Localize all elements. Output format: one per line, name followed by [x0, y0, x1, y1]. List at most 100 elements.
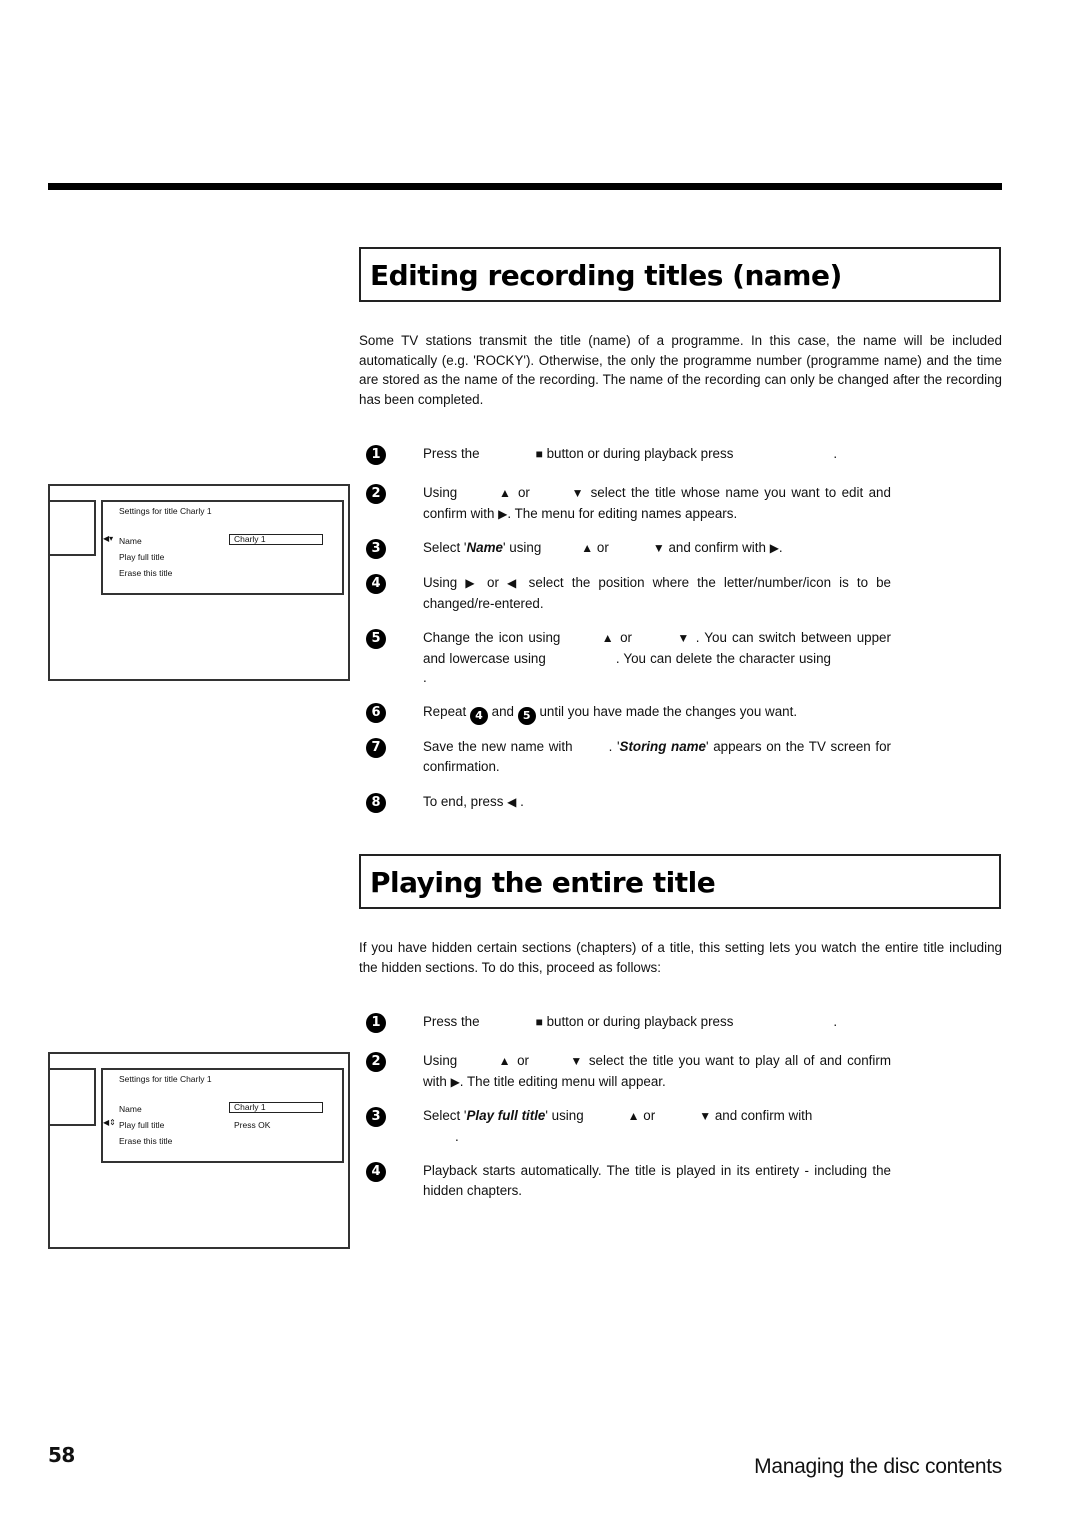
- step-text: Using: [423, 1053, 458, 1068]
- chapter-name: Managing the disc contents: [754, 1455, 1002, 1478]
- up-arrow-icon: ▲: [627, 1109, 640, 1123]
- step-text: Repeat: [423, 704, 467, 719]
- step-text: . The title editing menu will appear.: [459, 1073, 666, 1089]
- up-arrow-icon: ▲: [497, 486, 513, 500]
- step-text: .: [520, 794, 524, 809]
- down-arrow-icon: ▼: [569, 486, 586, 500]
- menu-item-erase-title[interactable]: Erase this title: [119, 1136, 172, 1146]
- step-text: and confirm with: [714, 1108, 813, 1123]
- cursor-icon: ◀⇕: [103, 1118, 116, 1127]
- step-item: 1 Press the ■ button or during playback p…: [366, 1012, 891, 1033]
- step-text: ' using: [545, 1108, 584, 1123]
- step-text: or: [517, 485, 530, 500]
- right-arrow-icon: ▶: [769, 541, 779, 555]
- side-panel: [50, 1068, 96, 1126]
- step-text: button or during playback press: [546, 1014, 734, 1029]
- step-text: .: [833, 1014, 838, 1029]
- menu-item-play-full-title[interactable]: Play full title: [119, 552, 164, 562]
- menu-item-play-full-title[interactable]: Play full title: [119, 1120, 164, 1130]
- step-item: 3 Select 'Play full title' using ▲ or ▼ an…: [366, 1106, 891, 1146]
- section-intro: If you have hidden certain sections (cha…: [359, 940, 1002, 975]
- step-number-badge: 1: [366, 1013, 386, 1033]
- top-rule: [48, 183, 1002, 190]
- stop-icon: ■: [535, 1015, 543, 1029]
- section-heading: Editing recording titles (name): [370, 259, 842, 292]
- step-item: 2 Using ▲ or ▼ select the title you want t…: [366, 1051, 891, 1092]
- step-text: Using: [423, 575, 458, 590]
- emphasized-term: Play full title: [466, 1108, 546, 1123]
- step-text: .: [778, 540, 783, 555]
- step-text: . You can delete the character using: [615, 650, 831, 666]
- step-text: button or during playback press: [546, 446, 734, 461]
- step-text: or: [517, 1053, 530, 1068]
- step-number-badge: 3: [366, 1107, 386, 1127]
- step-text: Save the new name with: [423, 739, 573, 754]
- step-text: until you have made the changes you want…: [539, 704, 798, 719]
- step-number-badge: 2: [366, 1052, 386, 1072]
- down-arrow-icon: ▼: [569, 1054, 584, 1068]
- left-arrow-icon: ◀: [507, 576, 521, 590]
- tv-screen-illustration: Settings for title Charly 1 ◀▾ Name Char…: [48, 484, 350, 681]
- section-intro: Some TV stations transmit the title (nam…: [359, 333, 1002, 407]
- step-number-badge: 4: [366, 574, 386, 594]
- step-text: Press the: [423, 1014, 480, 1029]
- step-item: 1 Press the ■ button or during playback p…: [366, 444, 891, 465]
- menu-item-erase-title[interactable]: Erase this title: [119, 568, 172, 578]
- menu-title: Settings for title Charly 1: [119, 506, 212, 516]
- settings-menu-panel: Settings for title Charly 1 Name Charly …: [101, 1068, 344, 1163]
- name-value-field[interactable]: Charly 1: [229, 1102, 323, 1113]
- step-text: or: [620, 630, 633, 645]
- step-text: or: [596, 540, 609, 555]
- stop-icon: ■: [535, 447, 543, 461]
- down-arrow-icon: ▼: [676, 631, 691, 645]
- step-text: Playback starts automatically. The title…: [423, 1163, 891, 1198]
- step-item: 4 Using ▶ or ◀ select the position where…: [366, 573, 891, 613]
- step-number-badge: 2: [366, 484, 386, 504]
- up-arrow-icon: ▲: [497, 1054, 512, 1068]
- step-text: . The menu for editing names appears.: [507, 505, 738, 521]
- section-heading: Playing the entire title: [370, 866, 716, 899]
- step-item: 7 Save the new name with. 'Storing name'…: [366, 737, 891, 776]
- settings-menu-panel: Settings for title Charly 1 ◀▾ Name Char…: [101, 500, 344, 595]
- tv-screen-illustration: Settings for title Charly 1 Name Charly …: [48, 1052, 350, 1249]
- step-text: .: [455, 1128, 459, 1144]
- menu-item-name[interactable]: Name: [119, 1104, 142, 1114]
- section-title-box: Editing recording titles (name): [359, 247, 1001, 302]
- step-item: 4 Playback starts automatically. The tit…: [366, 1161, 891, 1200]
- step-text: . ': [608, 739, 620, 754]
- right-arrow-icon: ▶: [450, 1074, 460, 1089]
- step-text: Select ': [423, 540, 467, 555]
- left-arrow-icon: ◀: [507, 795, 517, 809]
- step-number-badge: 4: [366, 1162, 386, 1182]
- step-text: .: [833, 446, 838, 461]
- down-arrow-icon: ▼: [652, 541, 665, 555]
- step-number-badge: 1: [366, 445, 386, 465]
- side-panel: [50, 500, 96, 556]
- step-number-badge: 7: [366, 738, 386, 758]
- step-item: 8 To end, press ◀ .: [366, 792, 891, 813]
- step-number-badge: 6: [366, 703, 386, 723]
- name-value-field[interactable]: Charly 1: [229, 534, 323, 545]
- up-arrow-icon: ▲: [581, 541, 594, 555]
- step-item: 2 Using ▲ or ▼ select the title whose name…: [366, 483, 891, 524]
- step-reference-badge: 4: [469, 707, 488, 725]
- down-arrow-icon: ▼: [699, 1109, 712, 1123]
- menu-title: Settings for title Charly 1: [119, 1074, 212, 1084]
- step-item: 3 Select 'Name' using ▲ or ▼ and confirm w…: [366, 538, 891, 559]
- page-number: 58: [48, 1443, 75, 1467]
- section-title-box: Playing the entire title: [359, 854, 1001, 909]
- menu-item-name[interactable]: Name: [119, 536, 142, 546]
- step-number-badge: 3: [366, 539, 386, 559]
- step-text: Press the: [423, 446, 480, 461]
- step-text: Select ': [423, 1108, 467, 1123]
- up-arrow-icon: ▲: [600, 631, 615, 645]
- step-number-badge: 5: [366, 629, 386, 649]
- step-number-badge: 8: [366, 793, 386, 813]
- cursor-icon: ◀▾: [103, 534, 114, 543]
- step-text: Change the icon using: [423, 630, 561, 645]
- play-value-hint: Press OK: [234, 1120, 271, 1130]
- step-text: or: [643, 1108, 656, 1123]
- step-text: .: [423, 670, 427, 685]
- step-text: and confirm with: [668, 540, 766, 555]
- step-text: or: [487, 575, 499, 590]
